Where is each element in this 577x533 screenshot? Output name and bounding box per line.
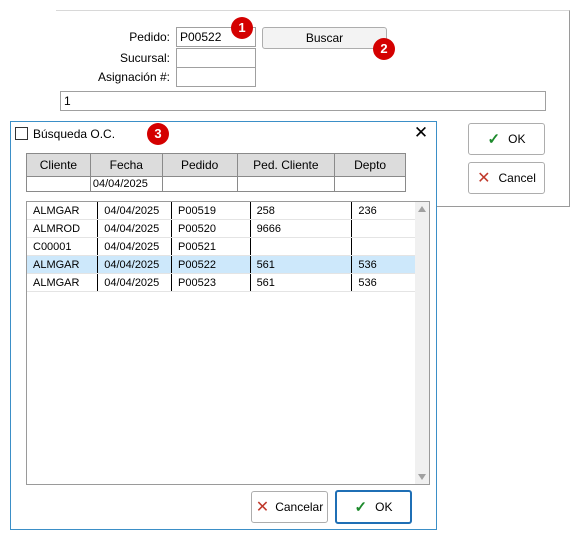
table-cell: P00521 (171, 237, 251, 256)
table-row[interactable]: C00001 04/04/2025 P00521 (27, 237, 429, 256)
ok-button[interactable]: ✓ OK (468, 123, 545, 155)
callout-badge-2: 2 (373, 38, 395, 60)
asignacion-input[interactable] (176, 67, 256, 87)
filter-table: Cliente Fecha Pedido Ped. Cliente Depto … (26, 153, 406, 192)
results-table: ALMGAR 04/04/2025 P00519 258 236 ALMROD 04/04/… (27, 202, 429, 292)
results-grid[interactable]: ALMGAR 04/04/2025 P00519 258 236 ALMROD 04/04/… (26, 201, 430, 485)
sucursal-input[interactable] (176, 48, 256, 68)
vertical-scrollbar[interactable] (415, 202, 429, 484)
filter-cliente[interactable] (26, 176, 91, 192)
x-icon: ✕ (477, 170, 491, 187)
scroll-up-icon[interactable] (418, 206, 426, 212)
busqueda-oc-dialog: Búsqueda O.C. ✕ Cliente Fecha Pedido Ped… (10, 121, 437, 530)
table-cell: C00001 (27, 237, 99, 256)
table-cell: 04/04/2025 (97, 255, 173, 274)
cancel-button[interactable]: ✕ Cancel (468, 162, 545, 194)
table-cell: P00519 (171, 202, 251, 220)
filter-depto[interactable] (334, 176, 406, 192)
text-input[interactable]: 1 (60, 91, 546, 111)
table-cell: 561 (250, 273, 353, 292)
column-header-pedido[interactable]: Pedido (161, 153, 238, 177)
table-row[interactable]: ALMGAR 04/04/2025 P00523 561 536 (27, 273, 429, 292)
column-header-cliente[interactable]: Cliente (26, 153, 91, 177)
cancel-label: Cancel (498, 171, 536, 185)
buscar-label: Buscar (305, 31, 344, 45)
table-cell: P00522 (171, 255, 251, 274)
buscar-button[interactable]: Buscar (262, 27, 387, 49)
window-icon (15, 127, 28, 140)
table-cell: P00520 (171, 219, 251, 238)
table-cell: 04/04/2025 (97, 273, 173, 292)
x-icon: ✕ (255, 499, 270, 516)
column-header-fecha[interactable]: Fecha (89, 153, 163, 177)
table-row[interactable]: ALMGAR 04/04/2025 P00519 258 236 (27, 202, 429, 220)
table-cell: 258 (250, 202, 353, 220)
table-cell: ALMGAR (27, 255, 99, 274)
table-cell: 04/04/2025 (97, 219, 173, 238)
table-cell (250, 237, 353, 256)
table-cell: 04/04/2025 (97, 202, 173, 220)
table-cell: 9666 (250, 219, 353, 238)
table-row[interactable]: ALMGAR 04/04/2025 P00522 561 536 (27, 255, 429, 274)
callout-badge-1: 1 (231, 17, 253, 39)
column-header-depto[interactable]: Depto (334, 153, 406, 177)
pedido-label: Pedido: (129, 30, 170, 44)
table-cell: ALMGAR (27, 273, 99, 292)
filter-pedido[interactable] (161, 176, 238, 192)
scroll-down-icon[interactable] (418, 474, 426, 480)
table-cell: 561 (250, 255, 353, 274)
cancelar-button[interactable]: ✕ Cancelar (251, 491, 328, 523)
callout-badge-3: 3 (147, 123, 169, 145)
column-header-ped-cliente[interactable]: Ped. Cliente (236, 153, 336, 177)
table-cell: P00523 (171, 273, 251, 292)
dialog-ok-label: OK (375, 500, 393, 514)
table-cell: ALMGAR (27, 202, 99, 220)
filter-ped-cliente[interactable] (236, 176, 336, 192)
cancelar-label: Cancelar (275, 500, 324, 514)
close-icon[interactable]: ✕ (411, 123, 431, 143)
check-icon: ✓ (354, 499, 368, 516)
filter-fecha[interactable]: 04/04/2025 (89, 176, 163, 192)
asignacion-label: Asignación #: (97, 70, 170, 84)
ok-label: OK (508, 132, 526, 146)
dialog-ok-button[interactable]: ✓ OK (335, 490, 412, 524)
sucursal-label: Sucursal: (119, 51, 170, 65)
check-icon: ✓ (487, 131, 501, 148)
dialog-title: Búsqueda O.C. (33, 127, 116, 141)
table-row[interactable]: ALMROD 04/04/2025 P00520 9666 (27, 219, 429, 238)
table-cell: ALMROD (27, 219, 99, 238)
table-cell: 04/04/2025 (97, 237, 173, 256)
